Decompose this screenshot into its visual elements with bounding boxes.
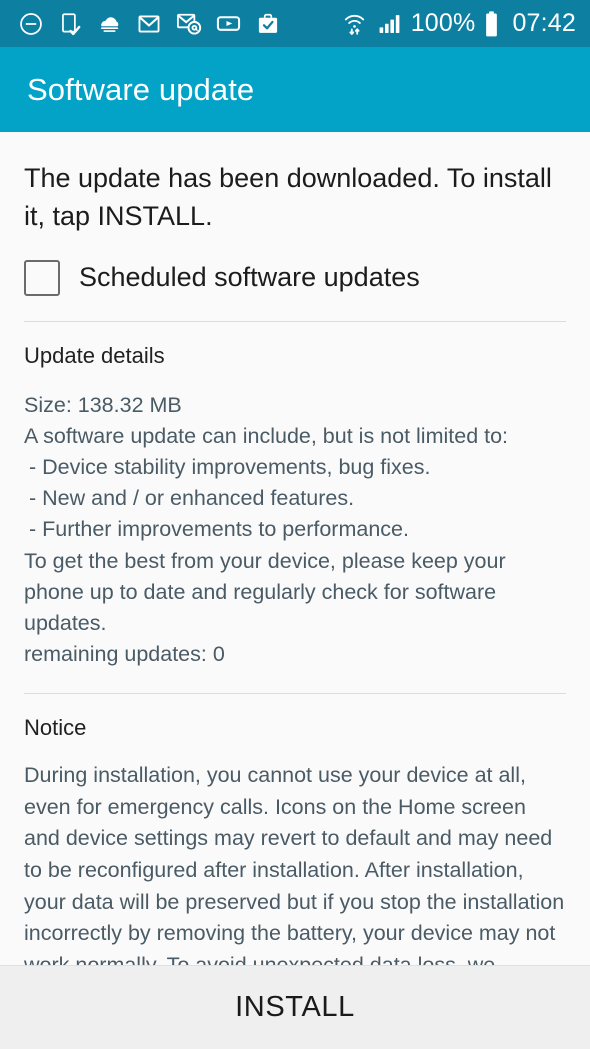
install-button-label: INSTALL (235, 991, 355, 1023)
headline-text: The update has been downloaded. To insta… (24, 163, 552, 232)
briefcase-check-icon (255, 11, 281, 37)
scheduled-software-updates-row[interactable]: Scheduled software updates (24, 258, 566, 298)
divider-update-details (24, 320, 566, 322)
battery-percentage: 100% (410, 9, 476, 37)
device-check-icon (57, 11, 83, 37)
app-bar: Software update (0, 47, 590, 132)
update-outro-text: To get the best from your device, please… (24, 548, 506, 635)
status-bar-clock: 07:42 (512, 9, 576, 37)
scheduled-updates-checkbox[interactable] (24, 259, 60, 296)
update-bullet-0: - Device stability improvements, bug fix… (29, 455, 431, 479)
do-not-disturb-icon (18, 11, 44, 37)
status-bar-notification-icons (18, 10, 341, 37)
page-title: Software update (27, 71, 255, 107)
youtube-icon (215, 10, 242, 37)
notice-heading: Notice (24, 715, 87, 741)
email-at-icon (175, 10, 202, 37)
update-details-heading: Update details (24, 342, 165, 368)
notice-body-text: During installation, you cannot use your… (24, 763, 565, 965)
update-bullet-2: - Further improvements to performance. (29, 517, 409, 542)
software-update-screen: 100% 07:42 Software update The update ha… (0, 0, 590, 1049)
update-size-text: Size: 138.32 MB (24, 392, 182, 417)
wifi-transfer-icon (341, 10, 368, 37)
status-bar: 100% 07:42 (0, 0, 590, 47)
gmail-icon (136, 11, 162, 37)
cloud-icon (96, 10, 123, 37)
battery-full-icon (483, 10, 500, 38)
scheduled-updates-label: Scheduled software updates (79, 262, 420, 293)
status-bar-system-icons: 100% 07:42 (341, 9, 576, 38)
divider-notice (24, 693, 566, 695)
install-button[interactable]: INSTALL (0, 965, 590, 1049)
remaining-updates-text: remaining updates: 0 (24, 642, 225, 667)
update-intro-text: A software update can include, but is no… (24, 423, 509, 448)
cellular-signal-icon (376, 10, 403, 37)
update-bullet-1: - New and / or enhanced features. (29, 486, 355, 511)
main-content: The update has been downloaded. To insta… (0, 132, 590, 965)
